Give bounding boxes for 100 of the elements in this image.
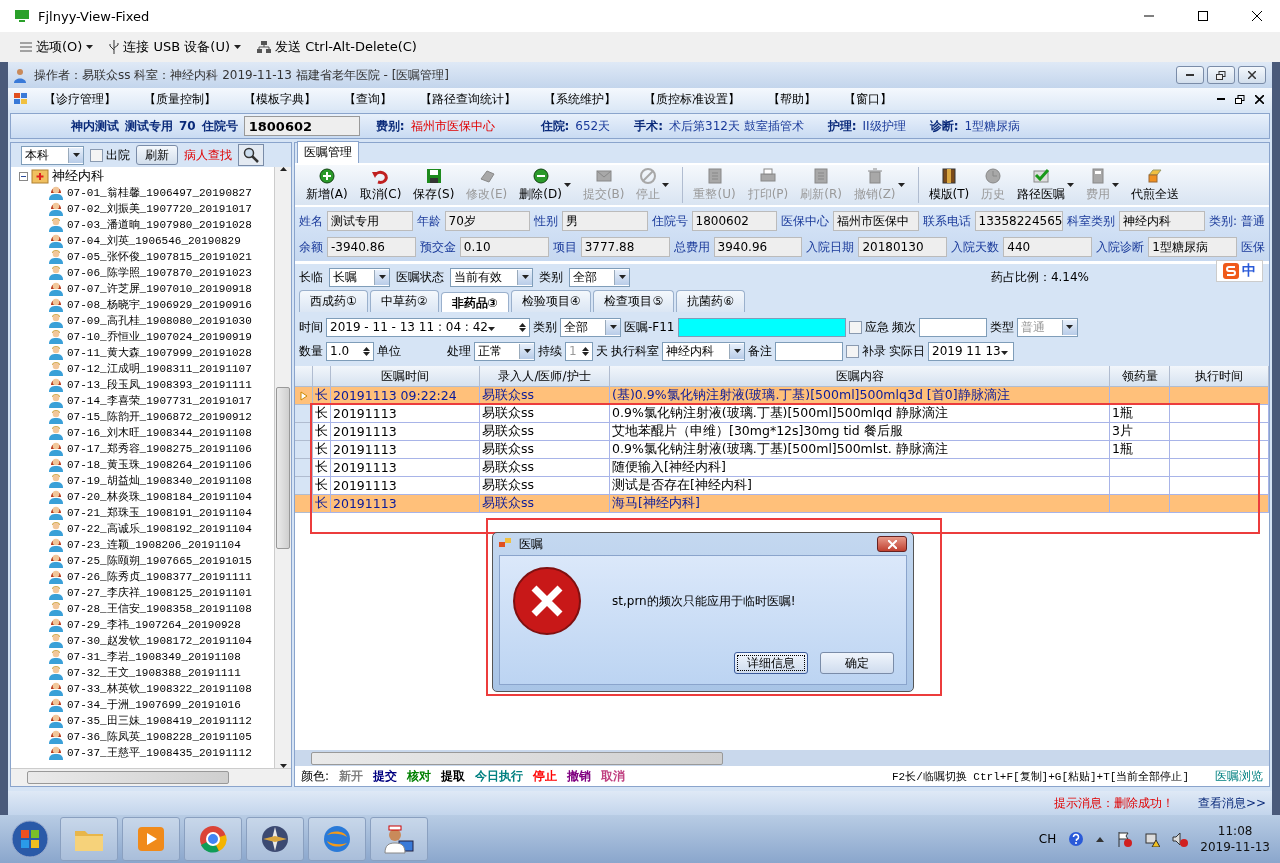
- tree-item[interactable]: 07-23_连颖_1908206_20191104: [67, 536, 241, 552]
- column-header[interactable]: 录入人/医师/护士: [480, 366, 610, 387]
- tree-item[interactable]: 07-04_刘英_1906546_20190829: [67, 232, 241, 248]
- toolbar-button[interactable]: 取消(C): [354, 167, 407, 203]
- row-header-cell[interactable]: [295, 387, 313, 405]
- dropdown[interactable]: 全部: [569, 267, 630, 287]
- checkbox[interactable]: [90, 148, 103, 162]
- input-field[interactable]: [775, 341, 843, 361]
- dropdown[interactable]: 当前有效: [450, 267, 533, 287]
- tree-item[interactable]: 07-31_李岩_1908349_20191108: [67, 648, 241, 664]
- tree-item[interactable]: 07-02_刘振美_1907720_20191017: [67, 200, 252, 216]
- dropdown[interactable]: 长嘱: [329, 267, 390, 287]
- clock[interactable]: 11:08 2019-11-13: [1200, 824, 1270, 854]
- menu-item[interactable]: 【质量控制】: [132, 90, 228, 108]
- menu-item[interactable]: 【帮助】: [756, 90, 828, 108]
- help-icon[interactable]: [1068, 831, 1085, 847]
- dropdown[interactable]: 神经内科: [662, 341, 745, 361]
- tab[interactable]: 西成药①: [299, 290, 368, 312]
- toolbar-button[interactable]: 代煎全送: [1126, 167, 1185, 203]
- tab[interactable]: 非药品③: [440, 292, 509, 312]
- search-field[interactable]: [677, 317, 846, 337]
- date-field[interactable]: 2019 11 13: [928, 341, 1014, 361]
- tree-item[interactable]: 07-11_黄大森_1907999_20191028: [67, 344, 252, 360]
- restore-button[interactable]: [1207, 66, 1235, 84]
- tree-item[interactable]: 07-32_王文_1908388_20191111: [67, 664, 241, 680]
- tree-item[interactable]: 07-10_乔恒业_1907024_20190919: [67, 328, 252, 344]
- tree-item[interactable]: 07-01_翁桂馨_1906497_20190827: [67, 184, 252, 200]
- taskbar-app[interactable]: [370, 817, 428, 861]
- tree-item[interactable]: 07-18_黄玉珠_1908264_20191106: [67, 456, 252, 472]
- ime-indicator[interactable]: 中: [1216, 260, 1263, 282]
- tree-item[interactable]: 07-14_李喜荣_1907731_20191017: [67, 392, 252, 408]
- tree-item[interactable]: 07-12_江成明_1908311_20191107: [67, 360, 252, 376]
- checkbox[interactable]: [846, 344, 859, 358]
- tab[interactable]: 抗菌药⑥: [676, 290, 745, 312]
- restore-icon[interactable]: [1235, 94, 1245, 104]
- tab[interactable]: 检验项目④: [510, 290, 592, 312]
- menu-item[interactable]: 【系统维护】: [532, 90, 628, 108]
- scrollbar-thumb[interactable]: [276, 386, 290, 549]
- tree-item[interactable]: 07-19_胡益灿_1908340_20191108: [67, 472, 252, 488]
- tree-item[interactable]: 07-15_陈韵开_1906872_20190912: [67, 408, 252, 424]
- tree-item[interactable]: 07-34_于洲_1907699_20191016: [67, 696, 241, 712]
- column-header[interactable]: 医嘱时间: [331, 366, 480, 387]
- tree-item[interactable]: 07-37_王慈平_1908435_20191112: [67, 744, 252, 760]
- scrollbar[interactable]: [295, 750, 1269, 766]
- toolbar-button[interactable]: 模版(T): [917, 167, 975, 203]
- toolbar-button[interactable]: 连接 USB 设备(U): [109, 38, 241, 56]
- tree-item[interactable]: 07-05_张怀俊_1907815_20191021: [67, 248, 252, 264]
- column-header[interactable]: 领药量: [1110, 366, 1170, 387]
- close-button[interactable]: [877, 536, 907, 552]
- tree-item[interactable]: 07-17_郑秀容_1908275_20191106: [67, 440, 252, 456]
- collapse-icon[interactable]: [19, 171, 28, 181]
- dropdown[interactable]: 全部: [560, 317, 621, 337]
- language-indicator[interactable]: CH: [1038, 832, 1057, 846]
- tree-item[interactable]: 07-36_陈凤英_1908228_20191105: [67, 728, 252, 744]
- menu-item[interactable]: 【查询】: [332, 90, 404, 108]
- up-arrow-icon[interactable]: [1096, 835, 1105, 843]
- tree-item[interactable]: 07-03_潘道晌_1907980_20191028: [67, 216, 252, 232]
- column-header[interactable]: 医嘱内容: [610, 366, 1110, 387]
- close-button[interactable]: [1238, 66, 1266, 84]
- dropdown[interactable]: 本科: [21, 145, 84, 165]
- speaker-muted-icon[interactable]: [1172, 831, 1189, 847]
- scrollbar[interactable]: [274, 167, 291, 768]
- menu-item[interactable]: 【窗口】: [832, 90, 904, 108]
- menu-item[interactable]: 【质控标准设置】: [632, 90, 752, 108]
- taskbar-app[interactable]: [246, 817, 304, 861]
- taskbar-app[interactable]: [308, 817, 366, 861]
- tree-item[interactable]: 07-26_陈秀贞_1908377_20191111: [67, 568, 252, 584]
- view-messages-link[interactable]: 查看消息>>: [1197, 794, 1266, 812]
- datetime-field[interactable]: 2019 - 11 - 13 11 : 04 : 42: [326, 317, 530, 337]
- tree-item[interactable]: 07-25_陈颐朔_1907665_20191015: [67, 552, 252, 568]
- dropdown[interactable]: 正常: [474, 341, 535, 361]
- toolbar-button[interactable]: 删除(D): [514, 167, 576, 203]
- search-button[interactable]: [238, 144, 264, 166]
- dialog-button[interactable]: 详细信息: [734, 652, 808, 674]
- column-header[interactable]: 执行时间: [1170, 366, 1269, 387]
- tree-item[interactable]: 07-21_郑珠玉_1908191_20191104: [67, 504, 252, 520]
- number-field[interactable]: 1.0: [326, 341, 374, 361]
- menu-item[interactable]: 【诊疗管理】: [32, 90, 128, 108]
- tab[interactable]: 医嘱管理: [297, 141, 359, 163]
- menu-item[interactable]: 【路径查询统计】: [408, 90, 528, 108]
- input-field[interactable]: [918, 317, 987, 337]
- tree-item[interactable]: 07-20_林炎珠_1908184_20191104: [67, 488, 252, 504]
- tree-item[interactable]: 07-09_高孔桂_1908080_20191030: [67, 312, 252, 328]
- tree-item[interactable]: 07-22_高诚乐_1908192_20191104: [67, 520, 252, 536]
- tree-item[interactable]: 07-35_田三妹_1908419_20191112: [67, 712, 252, 728]
- refresh-button[interactable]: 刷新: [136, 145, 178, 165]
- tree-item[interactable]: 07-28_王信安_1908358_20191108: [67, 600, 252, 616]
- toolbar-button[interactable]: 保存(S): [408, 167, 460, 203]
- tab[interactable]: 检查项目⑤: [593, 290, 675, 312]
- scrollbar-thumb[interactable]: [311, 751, 723, 765]
- tree-item[interactable]: 07-13_段玉凤_1908393_20191111: [67, 376, 252, 392]
- tree-item[interactable]: 07-07_许芝屏_1907010_20190918: [67, 280, 252, 296]
- admission-number-field[interactable]: 1800602: [243, 116, 360, 136]
- tree-item[interactable]: 07-33_林英钦_1908322_20191108: [67, 680, 252, 696]
- scrollbar[interactable]: [11, 768, 291, 786]
- browse-link[interactable]: 医嘱浏览: [1215, 767, 1263, 785]
- toolbar-button[interactable]: 新增(A): [301, 167, 353, 203]
- checkbox[interactable]: [848, 320, 862, 334]
- tab[interactable]: 中草药②: [369, 290, 439, 312]
- tree-item[interactable]: 07-16_刘木旺_1908344_20191108: [67, 424, 252, 440]
